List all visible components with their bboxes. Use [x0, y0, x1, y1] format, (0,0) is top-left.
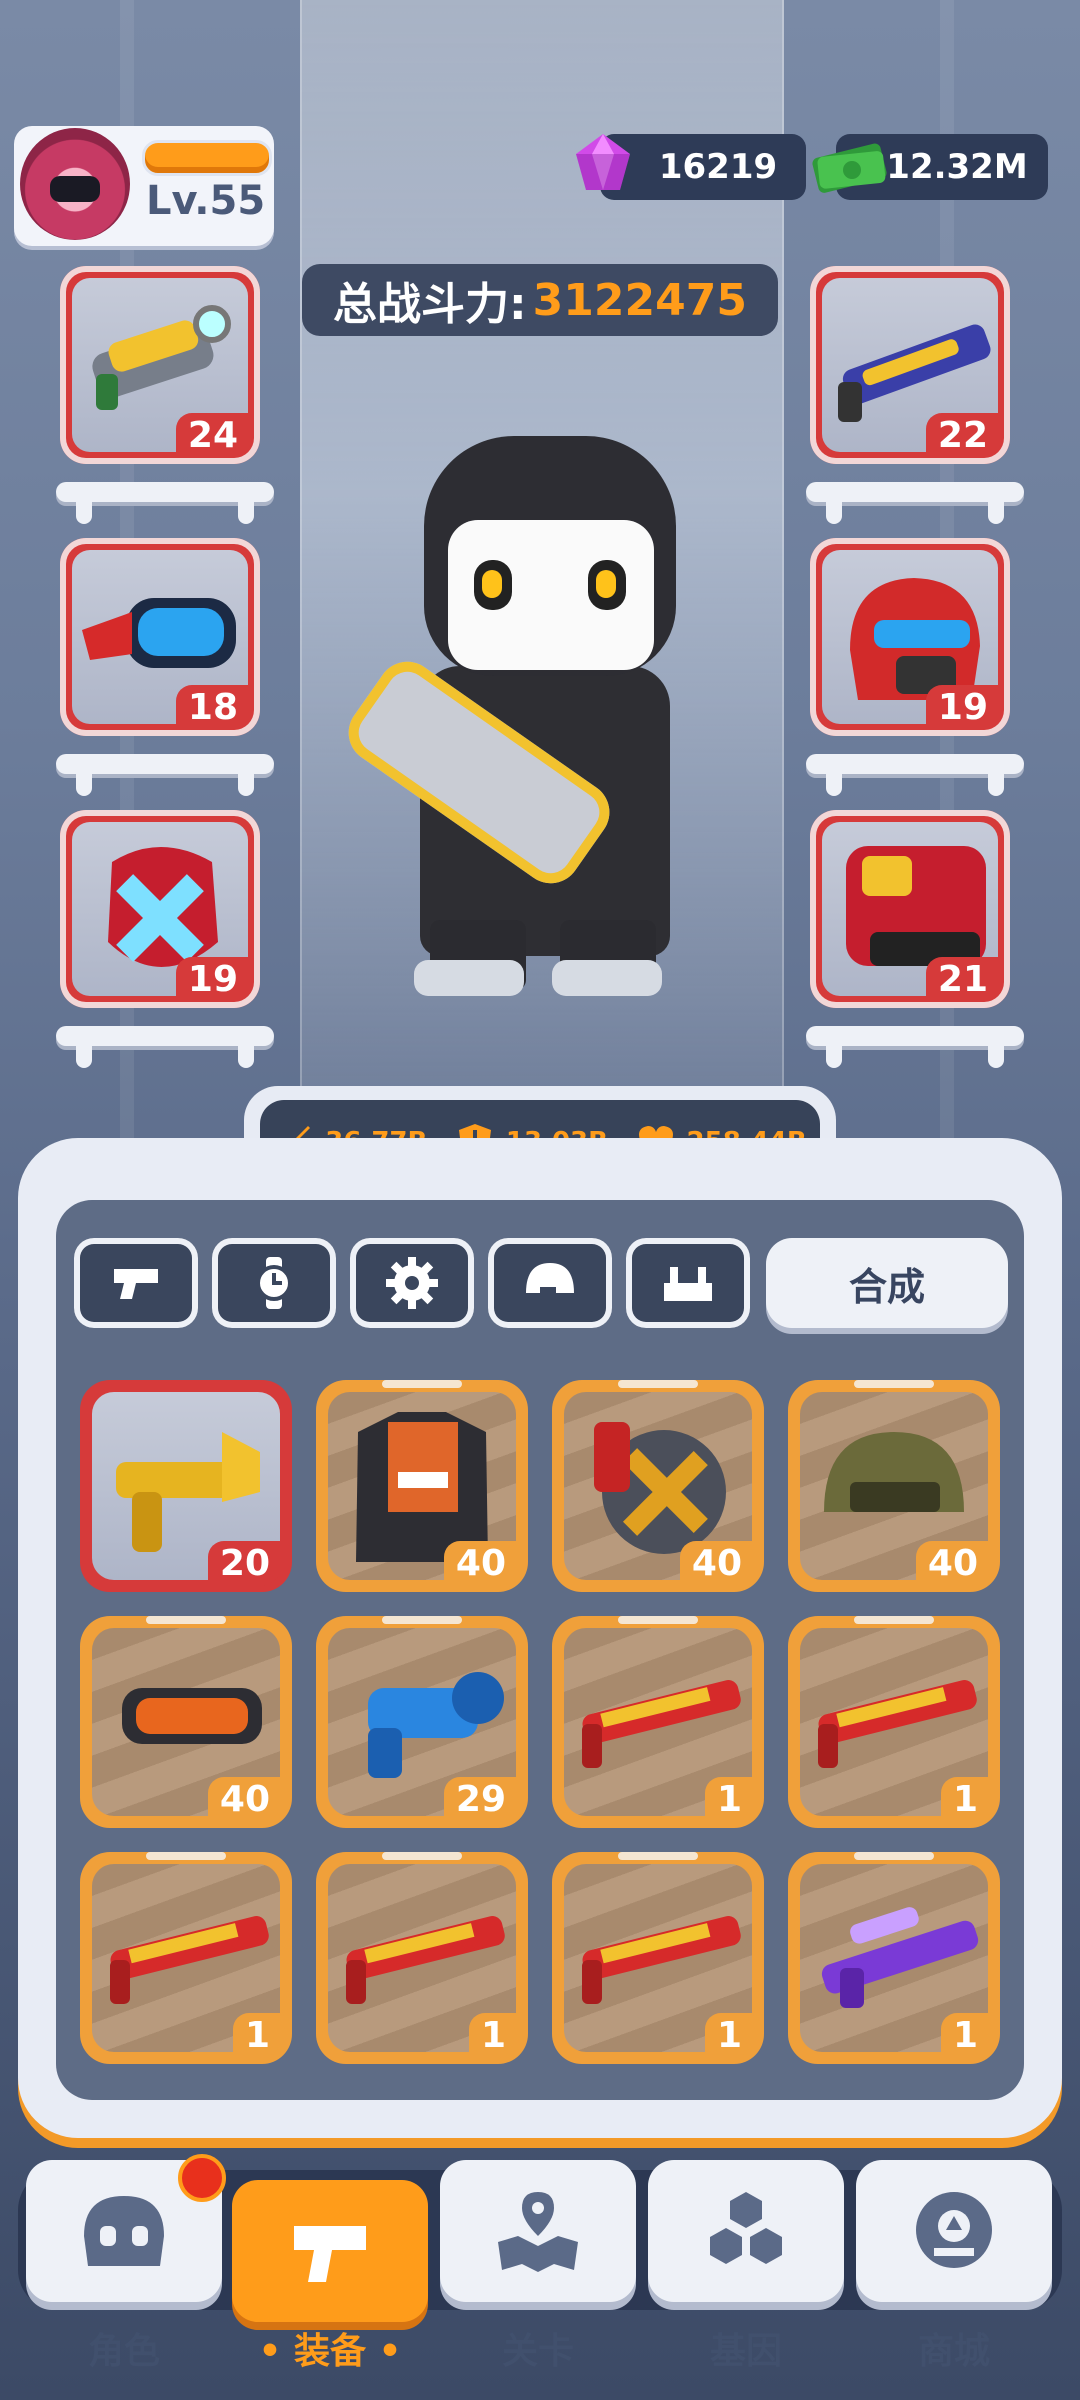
item-level: 1	[232, 2013, 282, 2058]
inventory-item[interactable]: 1	[552, 1852, 764, 2064]
equip-slot-weapon[interactable]: 24	[60, 266, 260, 464]
player-card[interactable]: Lv.55	[14, 126, 274, 246]
armor-icon	[664, 1267, 712, 1301]
equip-slot-armor[interactable]: 19	[60, 810, 260, 1008]
item-level: 40	[207, 1777, 282, 1822]
character-shoe	[414, 960, 524, 996]
total-power: 总战斗力: 3122475	[302, 264, 778, 336]
tab-weapon[interactable]	[74, 1238, 198, 1328]
inventory-item[interactable]: 40	[316, 1380, 528, 1592]
shelf	[56, 1026, 274, 1068]
shelf	[806, 1026, 1024, 1068]
total-power-value: 3122475	[532, 274, 747, 326]
tab-accessory[interactable]	[212, 1238, 336, 1328]
nav-shop-label: 商城	[917, 2331, 990, 2372]
nav-stages[interactable]	[440, 2160, 636, 2302]
shelf	[56, 754, 274, 796]
slot-level: 18	[175, 685, 250, 730]
inventory-item[interactable]: 40	[788, 1380, 1000, 1592]
inventory-item[interactable]: 1	[788, 1616, 1000, 1828]
equip-slot-helmet[interactable]: 19	[810, 538, 1010, 736]
item-level: 40	[443, 1541, 518, 1586]
item-level: 1	[704, 1777, 754, 1822]
total-power-label: 总战斗力:	[333, 279, 527, 330]
inventory-item[interactable]: 29	[316, 1616, 528, 1828]
equip-slot-goggles[interactable]: 18	[60, 538, 260, 736]
character-skull-face	[448, 520, 654, 670]
item-level: 29	[443, 1777, 518, 1822]
shelf	[806, 482, 1024, 524]
gem-amount: 16219	[658, 147, 778, 187]
gear-icon	[386, 1257, 438, 1309]
nav-equipment[interactable]	[232, 2180, 428, 2322]
map-icon	[498, 2192, 578, 2272]
item-level: 1	[940, 2013, 990, 2058]
player-level: Lv.55	[146, 178, 266, 224]
helmet-icon	[526, 1263, 574, 1297]
hexagons-icon	[710, 2192, 782, 2264]
notification-badge	[178, 2154, 226, 2202]
inventory-item[interactable]: 20	[80, 1380, 292, 1592]
item-level: 1	[468, 2013, 518, 2058]
inventory-item[interactable]: 1	[788, 1852, 1000, 2064]
tab-armor[interactable]	[626, 1238, 750, 1328]
gem-icon	[576, 134, 630, 190]
slot-level: 19	[175, 957, 250, 1002]
item-level: 40	[915, 1541, 990, 1586]
nav-stages-label: 关卡	[501, 2331, 574, 2372]
item-level: 20	[207, 1541, 282, 1586]
slot-level: 21	[925, 957, 1000, 1002]
shop-icon	[916, 2192, 992, 2268]
nav-shop[interactable]	[856, 2160, 1052, 2302]
nav-equipment-label: • 装备 •	[258, 2331, 402, 2372]
tab-gear[interactable]	[350, 1238, 474, 1328]
merge-button[interactable]: 合成	[766, 1238, 1008, 1328]
inventory-item[interactable]: 1	[316, 1852, 528, 2064]
watch-icon	[256, 1257, 292, 1309]
avatar[interactable]	[20, 128, 130, 240]
shelf	[806, 754, 1024, 796]
nav-genes[interactable]	[648, 2160, 844, 2302]
slot-level: 19	[925, 685, 1000, 730]
skull-icon	[84, 2196, 164, 2266]
tab-helmet[interactable]	[488, 1238, 612, 1328]
cash-icon	[812, 143, 887, 193]
item-level: 1	[704, 2013, 754, 2058]
equip-slot-body[interactable]: 21	[810, 810, 1010, 1008]
gun-icon	[114, 1269, 158, 1299]
gun-icon	[294, 2226, 366, 2282]
item-level: 1	[940, 1777, 990, 1822]
nav-character-label: 角色	[87, 2331, 160, 2372]
slot-level: 22	[925, 413, 1000, 458]
xp-bar	[142, 140, 272, 176]
character-shoe	[552, 960, 662, 996]
equip-slot-secondary[interactable]: 22	[810, 266, 1010, 464]
inventory-item[interactable]: 40	[552, 1380, 764, 1592]
inventory-item[interactable]: 1	[80, 1852, 292, 2064]
nav-genes-label: 基因	[709, 2331, 782, 2372]
inventory-item[interactable]: 40	[80, 1616, 292, 1828]
shelf	[56, 482, 274, 524]
inventory-item[interactable]: 1	[552, 1616, 764, 1828]
item-level: 40	[679, 1541, 754, 1586]
slot-level: 24	[175, 413, 250, 458]
